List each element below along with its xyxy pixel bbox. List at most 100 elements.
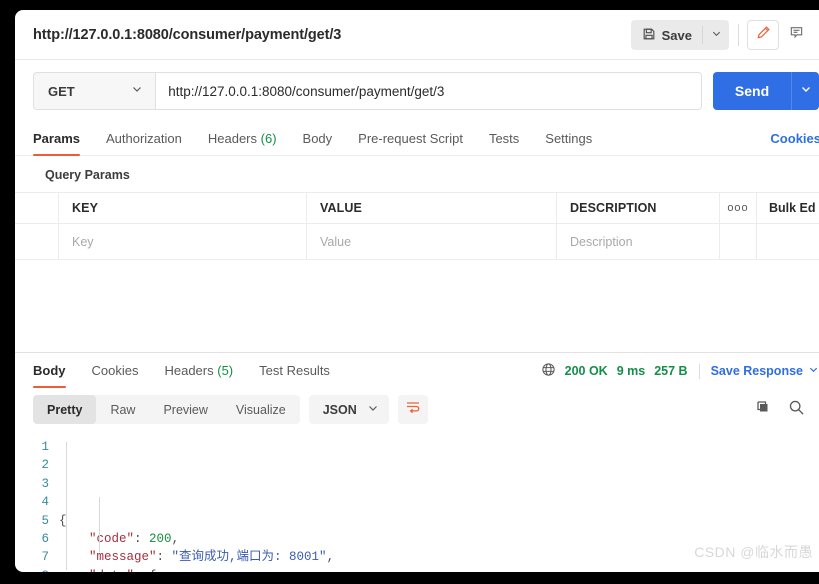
view-mode-raw[interactable]: Raw bbox=[96, 395, 149, 424]
description-placeholder: Description bbox=[570, 234, 633, 249]
table-row: Key Value Description bbox=[15, 224, 819, 260]
comment-icon bbox=[789, 25, 804, 45]
column-header-key: KEY bbox=[59, 193, 307, 223]
request-tab-bar: Params Authorization Headers (6) Body Pr… bbox=[15, 122, 819, 156]
status-badge: 200 OK bbox=[564, 364, 608, 378]
response-tab-body[interactable]: Body bbox=[33, 363, 66, 388]
code-line: "message": "查询成功,端口为: 8001", bbox=[59, 548, 819, 566]
params-empty-area bbox=[15, 260, 819, 352]
request-header-bar: http://127.0.0.1:8080/consumer/payment/g… bbox=[15, 10, 819, 60]
tab-label: Authorization bbox=[105, 131, 182, 146]
chevron-down-icon bbox=[808, 364, 819, 378]
code-token: "message" bbox=[89, 550, 157, 565]
tab-label: Tests bbox=[488, 131, 520, 146]
view-mode-visualize[interactable]: Visualize bbox=[222, 395, 300, 424]
view-mode-group: Pretty Raw Preview Visualize bbox=[33, 395, 300, 424]
page-title: http://127.0.0.1:8080/consumer/payment/g… bbox=[33, 26, 342, 43]
tab-authorization[interactable]: Authorization bbox=[106, 131, 182, 155]
query-params-table: KEY VALUE DESCRIPTION ooo Bulk Ed Key Va… bbox=[15, 192, 819, 260]
chevron-down-icon bbox=[800, 82, 812, 100]
tab-params[interactable]: Params bbox=[33, 131, 80, 156]
response-tab-test-results[interactable]: Test Results bbox=[259, 363, 330, 387]
tab-tests[interactable]: Tests bbox=[489, 131, 519, 155]
send-options-button[interactable] bbox=[792, 72, 819, 110]
copy-icon[interactable] bbox=[755, 399, 771, 420]
search-icon[interactable] bbox=[788, 399, 805, 421]
response-body-tools bbox=[755, 395, 805, 424]
row-checkbox-cell[interactable] bbox=[15, 224, 59, 259]
line-number: 2 bbox=[41, 458, 49, 473]
tab-headers[interactable]: Headers (6) bbox=[208, 131, 277, 155]
description-input[interactable]: Description bbox=[557, 224, 720, 259]
tab-label: Params bbox=[33, 131, 80, 146]
response-body-toolbar: Pretty Raw Preview Visualize JSON bbox=[15, 387, 819, 432]
tab-label: Settings bbox=[545, 131, 593, 146]
value-input[interactable]: Value bbox=[307, 224, 557, 259]
cookies-link[interactable]: Cookies bbox=[770, 131, 819, 146]
response-tab-cookies[interactable]: Cookies bbox=[92, 363, 139, 387]
row-options-cell bbox=[720, 224, 757, 259]
word-wrap-button[interactable] bbox=[397, 395, 428, 424]
code-token: 200 bbox=[149, 532, 172, 547]
save-options-button[interactable] bbox=[703, 20, 729, 50]
code-token: : bbox=[134, 532, 150, 547]
postman-request-window: http://127.0.0.1:8080/consumer/payment/g… bbox=[15, 10, 819, 572]
tab-label: Body bbox=[302, 131, 333, 146]
ellipsis-icon: ooo bbox=[727, 202, 749, 214]
view-mode-pretty[interactable]: Pretty bbox=[33, 395, 97, 424]
indent-guide bbox=[99, 497, 100, 552]
response-size: 257 B bbox=[654, 364, 688, 378]
code-token: "code" bbox=[89, 532, 135, 547]
tab-body[interactable]: Body bbox=[303, 131, 333, 155]
line-number: 8 bbox=[15, 567, 49, 572]
line-number: 5 bbox=[41, 513, 49, 528]
method-select[interactable]: GET bbox=[33, 72, 156, 110]
comment-button[interactable] bbox=[781, 20, 811, 50]
save-button[interactable]: Save bbox=[631, 20, 702, 50]
tab-label: Pre-request Script bbox=[358, 131, 463, 146]
json-code-content: { "code": 200, "message": "查询成功,端口为: 800… bbox=[59, 438, 819, 572]
word-wrap-icon bbox=[405, 399, 421, 420]
tab-count-badge: (5) bbox=[217, 363, 234, 378]
save-button-group: Save bbox=[630, 20, 729, 50]
header-actions: Save bbox=[630, 10, 819, 60]
response-body-code[interactable]: 1 2 3 4 5 6 7 8 { "code": 200, "message"… bbox=[15, 432, 819, 572]
save-response-button[interactable]: Save Response bbox=[711, 364, 819, 378]
tab-count-badge: (6) bbox=[260, 131, 277, 146]
divider bbox=[698, 363, 700, 379]
chevron-down-icon bbox=[131, 82, 143, 100]
format-select[interactable]: JSON bbox=[308, 395, 389, 424]
select-all-cell bbox=[15, 193, 59, 223]
code-line: "code": 200, bbox=[59, 530, 819, 548]
table-options-button[interactable]: ooo bbox=[720, 193, 757, 223]
bulk-edit-button[interactable]: Bulk Ed bbox=[757, 193, 819, 223]
query-params-title: Query Params bbox=[45, 168, 130, 182]
tab-pre-request-script[interactable]: Pre-request Script bbox=[358, 131, 463, 155]
edit-request-button[interactable] bbox=[747, 20, 779, 50]
indent-guide bbox=[66, 442, 67, 570]
column-label: DESCRIPTION bbox=[570, 201, 657, 215]
save-button-label: Save bbox=[661, 27, 692, 43]
line-number: 1 bbox=[41, 440, 49, 454]
key-placeholder: Key bbox=[72, 234, 94, 249]
send-button[interactable]: Send bbox=[712, 72, 792, 110]
view-mode-preview[interactable]: Preview bbox=[149, 395, 221, 424]
url-input-value: http://127.0.0.1:8080/consumer/payment/g… bbox=[168, 83, 445, 99]
response-tab-headers[interactable]: Headers (5) bbox=[164, 363, 233, 387]
line-number: 7 bbox=[41, 550, 49, 565]
code-token: , bbox=[171, 532, 180, 547]
code-token: , bbox=[326, 550, 335, 565]
tab-settings[interactable]: Settings bbox=[545, 131, 592, 155]
url-input[interactable]: http://127.0.0.1:8080/consumer/payment/g… bbox=[155, 72, 702, 110]
key-input[interactable]: Key bbox=[59, 224, 307, 259]
code-line: "data": { bbox=[59, 567, 819, 572]
tab-label: Headers bbox=[207, 131, 258, 146]
code-token: "data" bbox=[89, 569, 134, 572]
tab-label: Cookies bbox=[91, 363, 139, 378]
code-token: : { bbox=[134, 569, 157, 572]
line-number: 6 bbox=[41, 532, 49, 547]
value-placeholder: Value bbox=[320, 234, 352, 249]
